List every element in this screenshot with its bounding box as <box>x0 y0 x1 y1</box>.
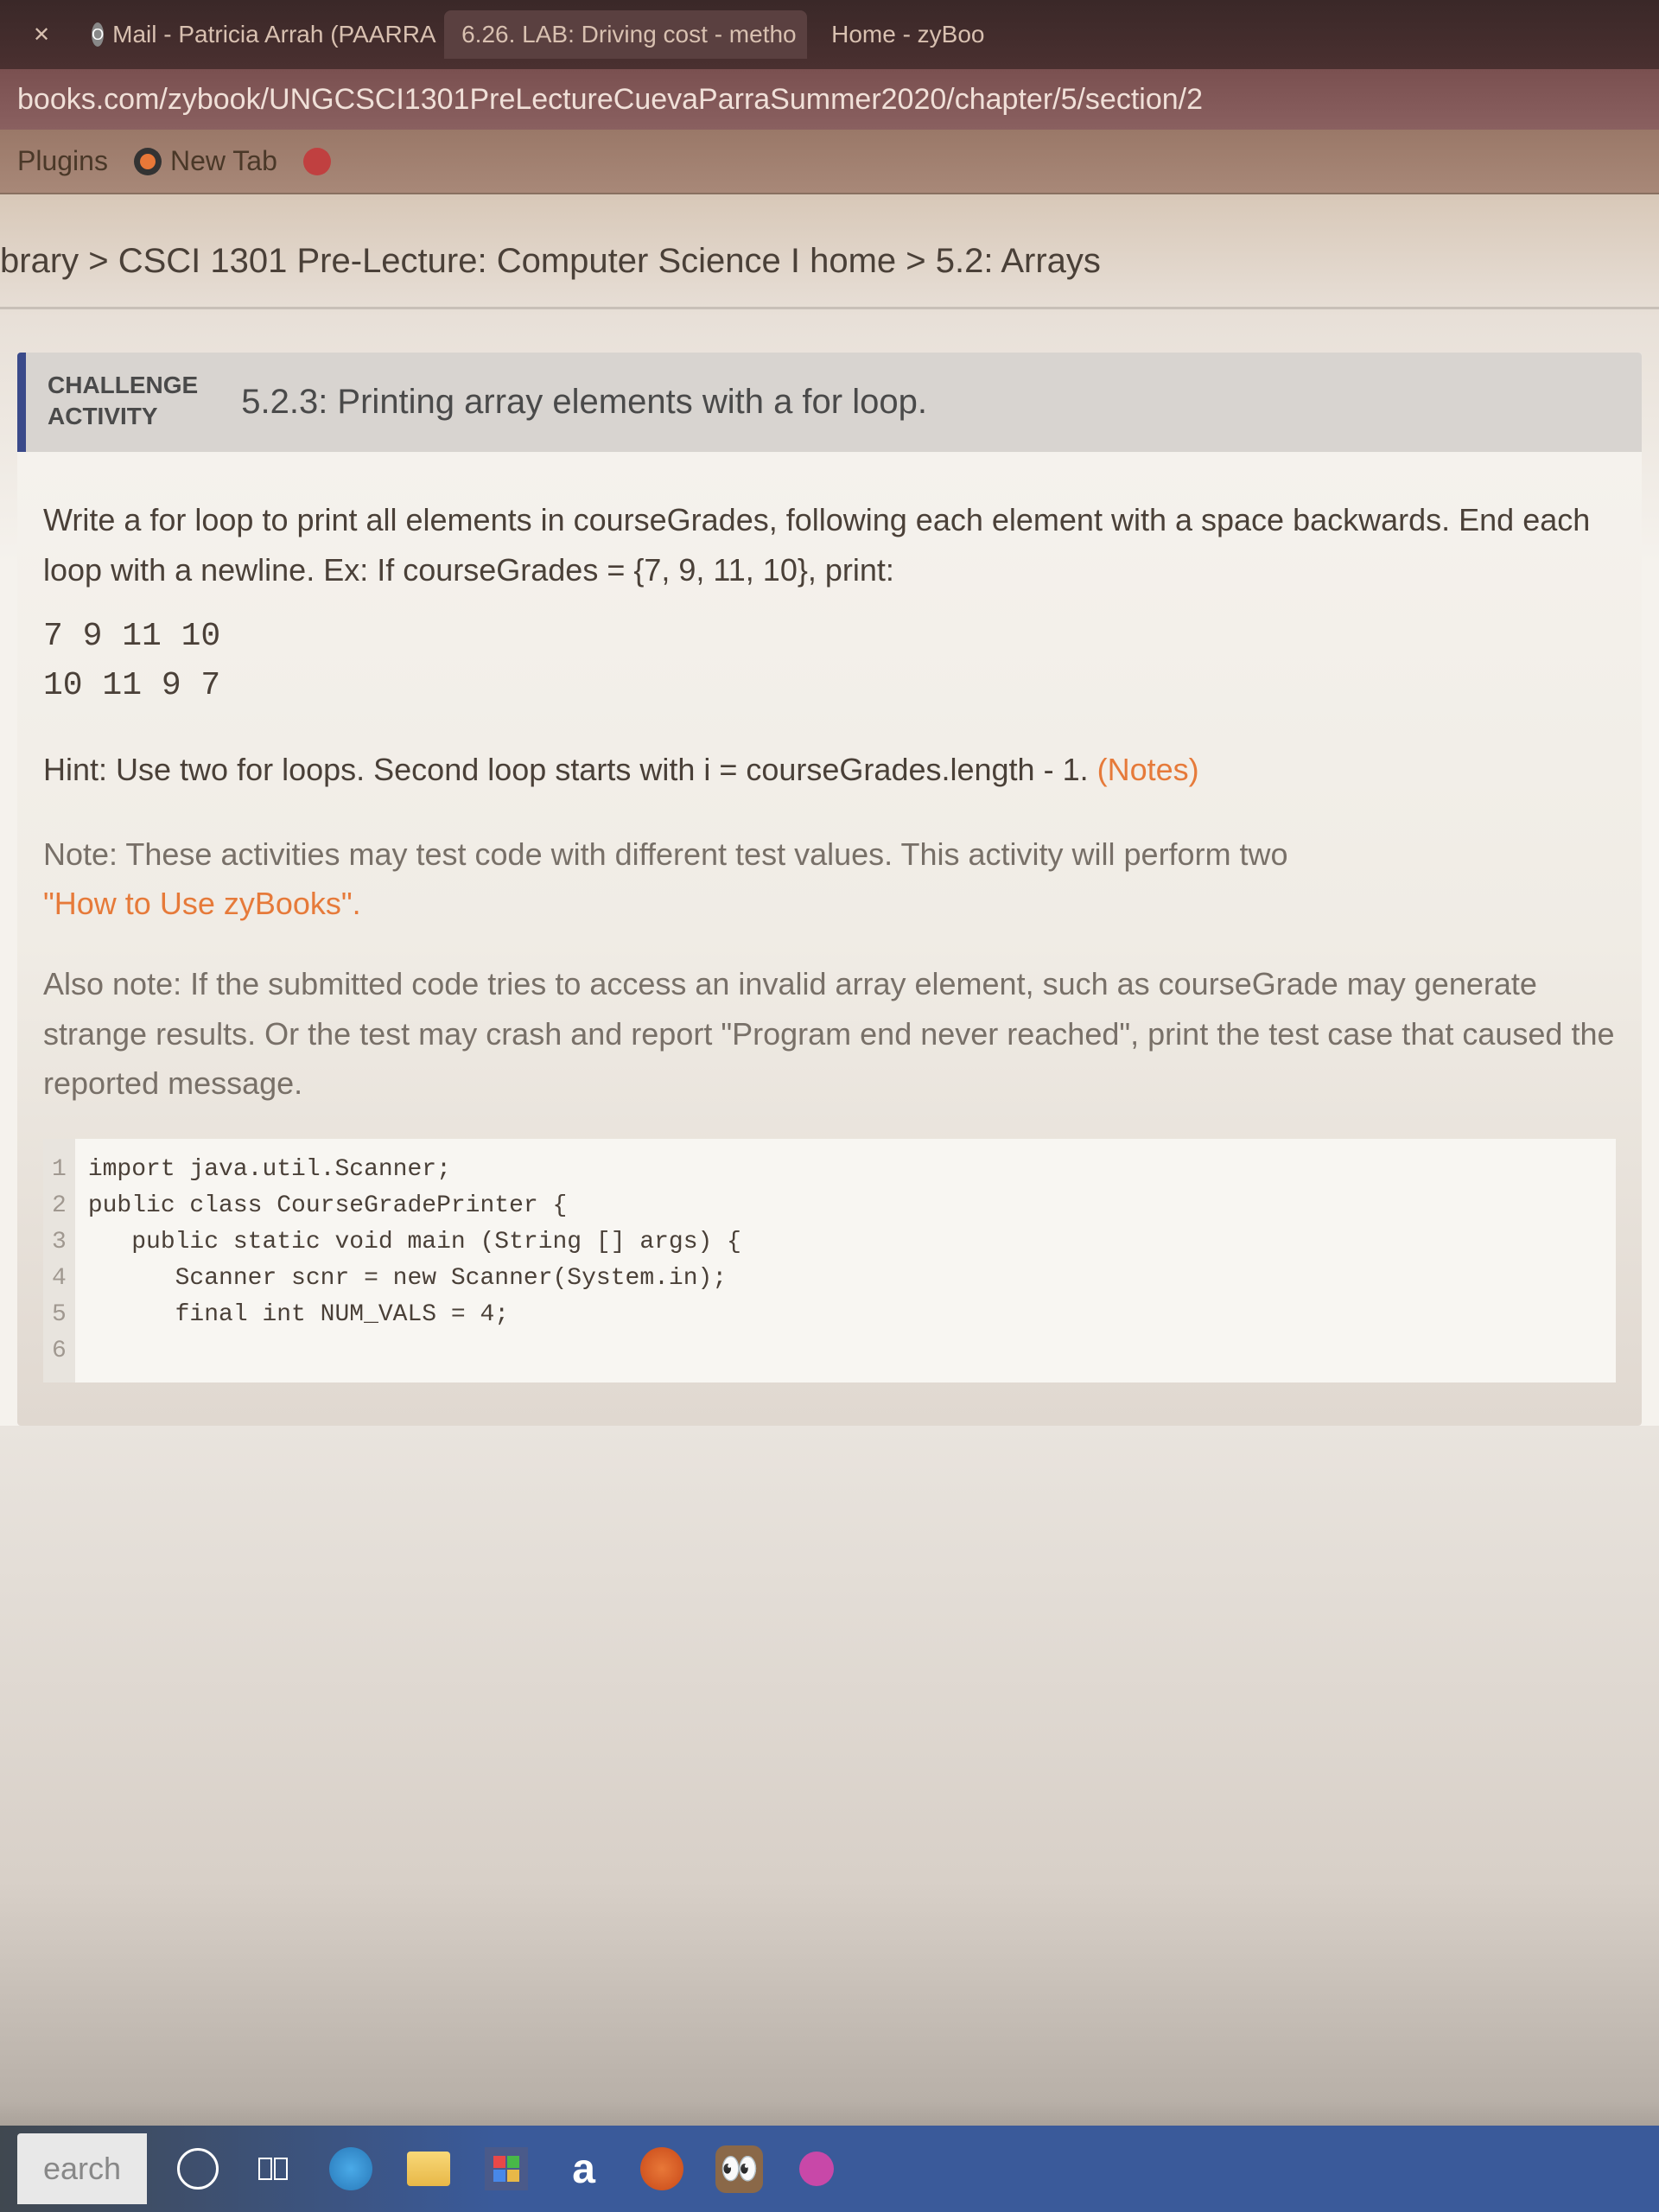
also-note-text: Also note: If the submitted code tries t… <box>43 959 1616 1109</box>
microsoft-store-icon[interactable] <box>482 2145 530 2193</box>
page-content: brary > CSCI 1301 Pre-Lecture: Computer … <box>0 194 1659 1426</box>
activity-header: CHALLENGE ACTIVITY 5.2.3: Printing array… <box>17 353 1642 452</box>
browser-tab-strip: ✕ O Mail - Patricia Arrah (PAARRAS ✕ 6.2… <box>0 0 1659 69</box>
url-text: books.com/zybook/UNGCSCI1301PreLectureCu… <box>17 83 1203 117</box>
code-line: final int NUM_VALS = 4; <box>88 1297 1603 1333</box>
activity-type-label: CHALLENGE ACTIVITY <box>26 353 219 452</box>
tab-title: Mail - Patricia Arrah (PAARRAS <box>112 21 437 48</box>
note-text: Note: These activities may test code wit… <box>43 830 1616 929</box>
breadcrumb[interactable]: brary > CSCI 1301 Pre-Lecture: Computer … <box>0 220 1659 309</box>
browser-tab-zybooks[interactable]: 6.26. LAB: Driving cost - metho ✕ <box>444 10 807 59</box>
task-view-icon[interactable] <box>249 2145 296 2193</box>
tab-title: 6.26. LAB: Driving cost - metho <box>461 21 797 48</box>
code-line: Scanner scnr = new Scanner(System.in); <box>88 1261 1603 1297</box>
bookmark-icon <box>303 148 331 175</box>
notes-link[interactable]: (Notes) <box>1097 752 1199 787</box>
bookmark-label: New Tab <box>170 145 277 177</box>
activity-card: CHALLENGE ACTIVITY 5.2.3: Printing array… <box>17 353 1642 1426</box>
amazon-icon[interactable]: a <box>560 2145 607 2193</box>
taskbar-search[interactable]: earch <box>17 2133 147 2204</box>
hint-text: Hint: Use two for loops. Second loop sta… <box>43 745 1616 795</box>
file-explorer-icon[interactable] <box>404 2145 452 2193</box>
code-line: public static void main (String [] args)… <box>88 1224 1603 1261</box>
windows-taskbar: earch a 👀 <box>0 2126 1659 2212</box>
screen: ✕ O Mail - Patricia Arrah (PAARRAS ✕ 6.2… <box>0 0 1659 2212</box>
activity-title: 5.2.3: Printing array elements with a fo… <box>219 353 1642 452</box>
cortana-icon[interactable] <box>177 2148 219 2190</box>
app-icon[interactable] <box>793 2145 841 2193</box>
bookmark-plugins[interactable]: Plugins <box>17 145 108 177</box>
browser-tab[interactable]: ✕ <box>9 12 67 58</box>
firefox-icon <box>134 148 162 175</box>
line-gutter: 1 2 3 4 5 6 <box>43 1139 75 1382</box>
code-line: public class CourseGradePrinter { <box>88 1188 1603 1224</box>
edge-icon[interactable] <box>327 2145 374 2193</box>
bookmark-newtab[interactable]: New Tab <box>134 145 277 177</box>
activity-body: Write a for loop to print all elements i… <box>17 452 1642 1426</box>
tab-close-icon[interactable]: ✕ <box>33 22 50 48</box>
bookmark-item[interactable] <box>303 148 331 175</box>
bookmarks-bar: Plugins New Tab <box>0 130 1659 194</box>
browser-tab-mail[interactable]: O Mail - Patricia Arrah (PAARRAS ✕ <box>74 10 437 59</box>
browser-tab-home[interactable]: Home - zyBoo <box>814 10 1001 59</box>
firefox-taskbar-icon[interactable] <box>638 2145 685 2193</box>
duolingo-icon[interactable]: 👀 <box>715 2145 763 2193</box>
outlook-icon: O <box>92 22 104 47</box>
url-bar[interactable]: books.com/zybook/UNGCSCI1301PreLectureCu… <box>0 69 1659 130</box>
instruction-text: Write a for loop to print all elements i… <box>43 495 1616 594</box>
code-lines[interactable]: import java.util.Scanner; public class C… <box>75 1139 1616 1382</box>
tab-title: Home - zyBoo <box>831 21 984 48</box>
howto-link[interactable]: "How to Use zyBooks". <box>43 886 361 921</box>
example-output: 7 9 11 10 10 11 9 7 <box>43 612 1616 710</box>
code-line: import java.util.Scanner; <box>88 1152 1603 1188</box>
bookmark-label: Plugins <box>17 145 108 177</box>
code-editor[interactable]: 1 2 3 4 5 6 import java.util.Scanner; pu… <box>43 1139 1616 1382</box>
